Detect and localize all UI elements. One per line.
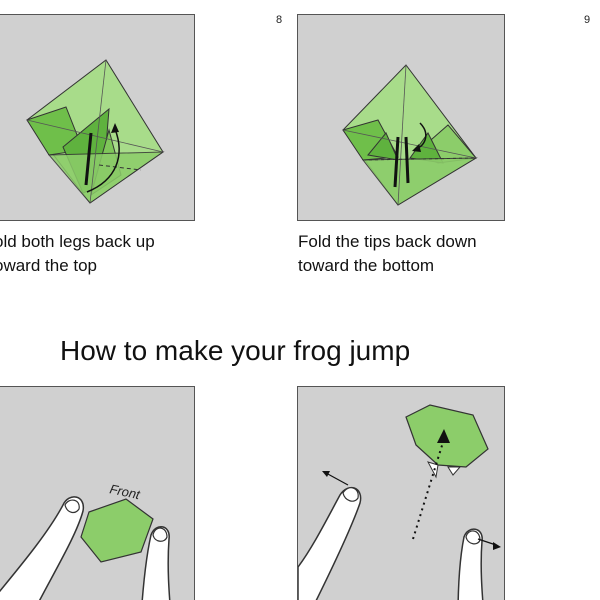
frog-leg	[447, 466, 462, 476]
step-diagram-fold-legs-up	[0, 14, 195, 221]
step-diagram-fold-tips-down	[297, 14, 505, 221]
fingernail	[152, 527, 168, 542]
caption-line: oward the top	[0, 256, 98, 275]
caption-line: toward the bottom	[298, 256, 435, 275]
fingernail	[465, 530, 481, 545]
hand-release-diagram	[298, 404, 501, 600]
section-heading: How to make your frog jump	[60, 335, 411, 366]
hand-press-diagram: Front	[0, 481, 171, 600]
step-caption: old both legs back up oward the top	[0, 230, 155, 278]
front-label: Front	[108, 481, 142, 502]
lower-flap	[361, 157, 478, 206]
jump-diagram-press: Front	[0, 386, 195, 600]
step-number: 8	[276, 14, 283, 26]
step-number: 9	[584, 14, 591, 26]
finger-left	[298, 486, 362, 600]
frog-shape	[80, 498, 154, 563]
caption-line: old both legs back up	[0, 232, 155, 251]
motion-arrow	[325, 472, 349, 486]
caption-line: Fold the tips back down	[298, 232, 477, 251]
arrow-head	[493, 542, 501, 550]
lower-flap	[47, 151, 165, 204]
jump-diagram-release	[297, 386, 505, 600]
leg-edge	[404, 136, 410, 184]
origami-diagram	[26, 59, 165, 204]
step-caption: Fold the tips back down toward the botto…	[298, 230, 477, 278]
origami-diagram	[342, 64, 478, 206]
